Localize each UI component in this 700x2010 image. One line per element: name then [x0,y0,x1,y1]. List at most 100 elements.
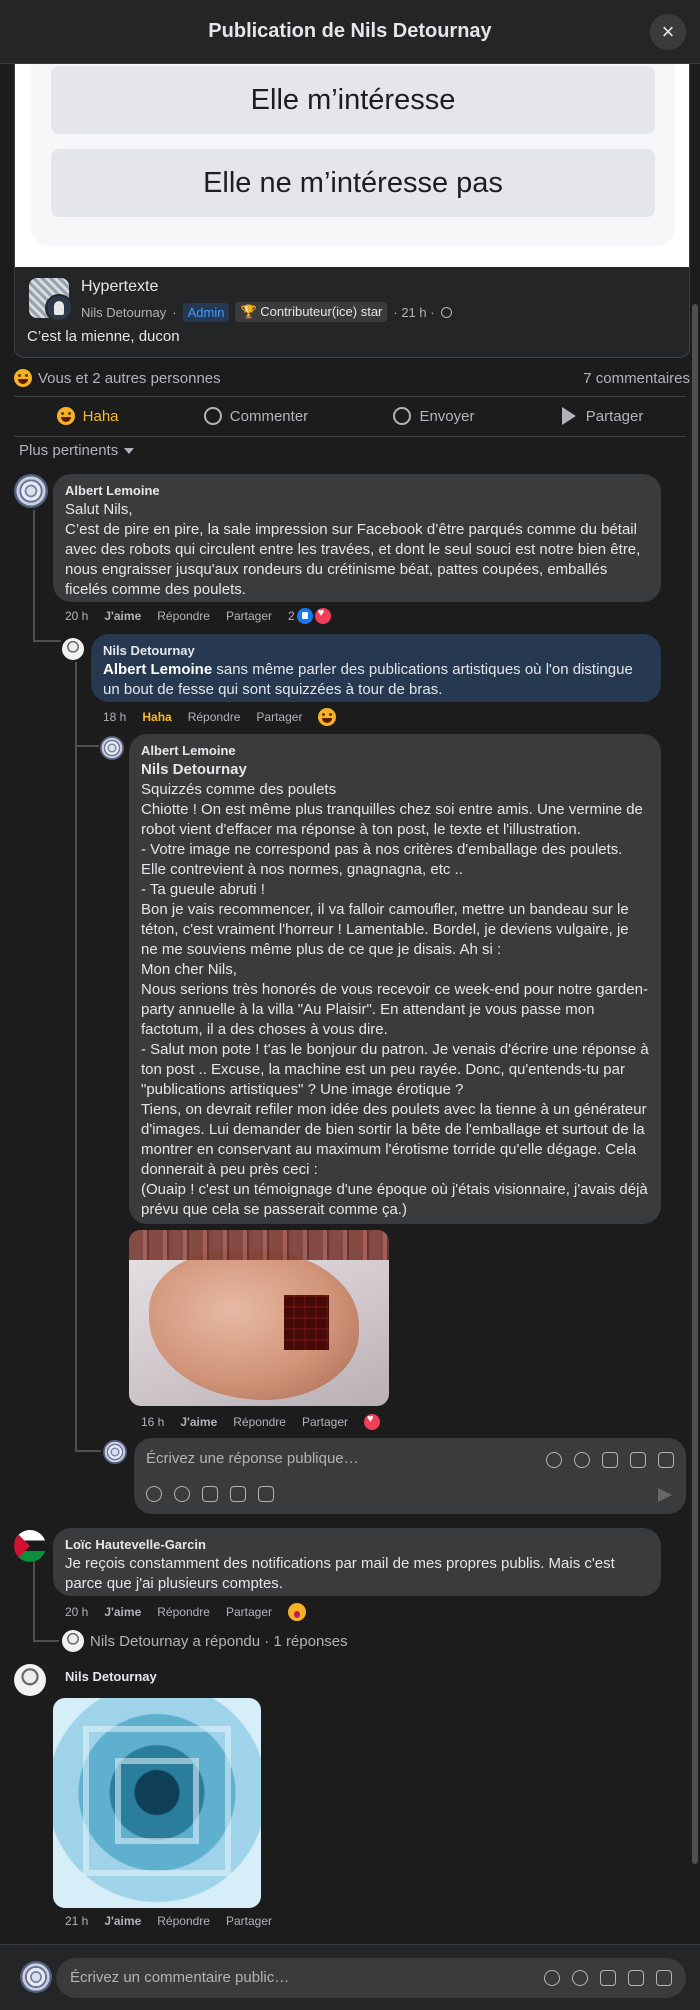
thread-line [75,745,99,747]
dialog-header: Publication de Nils Detournay × [0,0,700,64]
gif-icon[interactable] [630,1452,646,1468]
kiss-reaction-icon[interactable] [288,1603,306,1621]
avatar-sticker-icon[interactable] [546,1452,562,1468]
reply-input[interactable]: Écrivez une réponse publique… [134,1438,686,1514]
comment-time[interactable]: 16 h [141,1415,164,1429]
comment-author[interactable]: Loïc Hautevelle-Garcin [65,1536,649,1554]
avatar-sticker-icon[interactable] [146,1486,162,1502]
comment-author[interactable]: Albert Lemoine [141,742,649,760]
avatar[interactable] [100,736,124,760]
post-author[interactable]: Nils Detournay [81,305,166,320]
send-icon[interactable] [658,1488,672,1502]
comment-text: Je reçois constamment des notifications … [65,1555,615,1592]
comment-actions: 20 h J'aime Répondre Partager [65,1603,306,1621]
love-icon [314,607,331,624]
mention-tag[interactable]: Nils Detournay [141,760,649,780]
avatar[interactable] [62,638,84,660]
post-dialog: Publication de Nils Detournay × Elle m’i… [0,0,700,2010]
like-link[interactable]: J'aime [104,1914,141,1928]
group-avatar[interactable] [29,278,73,322]
poll-option-1[interactable]: Elle m’intéresse [51,66,655,134]
comment-image[interactable] [53,1698,261,1908]
comment-time[interactable]: 20 h [65,1605,88,1619]
emoji-icon[interactable] [572,1970,588,1986]
divider [14,436,686,437]
thread-line [33,640,61,642]
separator: · [172,304,177,320]
sticker-icon[interactable] [258,1486,274,1502]
love-icon[interactable] [364,1413,380,1430]
comment-input[interactable]: Écrivez un commentaire public… [56,1958,686,1998]
scrollbar[interactable] [690,64,700,1944]
thread-line [33,1640,59,1642]
comment-placeholder: Écrivez un commentaire public… [70,1969,290,1986]
share-icon [561,407,576,425]
reactions-text[interactable]: Vous et 2 autres personnes [38,370,221,387]
sticker-icon[interactable] [658,1452,674,1468]
comment-author[interactable]: Nils Detournay [65,1668,157,1686]
group-name[interactable]: Hypertexte [81,278,158,296]
post-time[interactable]: · 21 h · [393,305,434,320]
haha-reaction-icon[interactable] [318,708,337,726]
camera-icon[interactable] [202,1486,218,1502]
haha-button[interactable]: Haha [56,407,119,425]
reply-link[interactable]: Répondre [157,1914,210,1928]
comment-time[interactable]: 18 h [103,710,126,724]
camera-icon[interactable] [600,1970,616,1986]
poll: Elle m’intéresse Elle ne m’intéresse pas [15,64,689,267]
haha-link[interactable]: Haha [142,710,171,724]
thread-line [75,1450,101,1452]
thread-line [33,510,35,640]
comment-composer: Écrivez un commentaire public… [0,1944,700,2010]
camera-icon[interactable] [602,1452,618,1468]
avatar[interactable] [14,1530,46,1562]
gif-icon[interactable] [230,1486,246,1502]
divider [14,396,686,397]
comment-button[interactable]: Commenter [203,407,308,425]
like-link[interactable]: J'aime [104,609,141,623]
scrollbar-thumb[interactable] [692,304,698,1864]
emoji-icon[interactable] [574,1452,590,1468]
comment-bubble: Loïc Hautevelle-Garcin Je reçois constam… [53,1528,661,1596]
reply-link[interactable]: Répondre [157,1605,210,1619]
avatar [20,1961,52,1993]
sort-dropdown[interactable]: Plus pertinents [19,442,135,459]
reaction-count[interactable]: 2 [288,607,331,624]
close-button[interactable]: × [650,14,686,50]
like-link[interactable]: J'aime [104,1605,141,1619]
share-link[interactable]: Partager [226,1605,272,1619]
share-button[interactable]: Partager [560,407,643,425]
like-link[interactable]: J'aime [180,1415,217,1429]
thread-line [75,662,77,1452]
comment-actions: 21 h J'aime Répondre Partager [65,1914,272,1928]
admin-badge: Admin [182,302,230,322]
whatsapp-icon [393,407,412,425]
poll-option-2[interactable]: Elle ne m’intéresse pas [51,149,655,217]
reply-link[interactable]: Répondre [188,710,241,724]
sticker-icon[interactable] [656,1970,672,1986]
comments-count[interactable]: 7 commentaires [583,370,690,387]
haha-reaction-icon [14,369,32,387]
comment-author[interactable]: Nils Detournay [103,642,649,660]
share-link[interactable]: Partager [226,609,272,623]
send-button[interactable]: Envoyer [393,407,474,425]
comment-image[interactable] [129,1230,389,1406]
comment-author[interactable]: Albert Lemoine [65,482,649,500]
share-link[interactable]: Partager [302,1415,348,1429]
reply-link[interactable]: Répondre [157,609,210,623]
share-link[interactable]: Partager [226,1914,272,1928]
comment-time[interactable]: 20 h [65,609,88,623]
share-link[interactable]: Partager [256,710,302,724]
avatar[interactable] [14,1664,46,1696]
post-text: C’est la mienne, ducon [27,328,180,345]
reply-link[interactable]: Répondre [233,1415,286,1429]
comment-time[interactable]: 21 h [65,1914,88,1928]
emoji-icon[interactable] [174,1486,190,1502]
close-icon: × [661,19,675,44]
view-replies-link[interactable]: Nils Detournay a répondu · 1 réponses [62,1630,348,1652]
gif-icon[interactable] [628,1970,644,1986]
dialog-title: Publication de Nils Detournay [208,20,492,42]
mention-tag[interactable]: Albert Lemoine [103,661,212,678]
avatar[interactable] [14,474,48,508]
avatar-sticker-icon[interactable] [544,1970,560,1986]
